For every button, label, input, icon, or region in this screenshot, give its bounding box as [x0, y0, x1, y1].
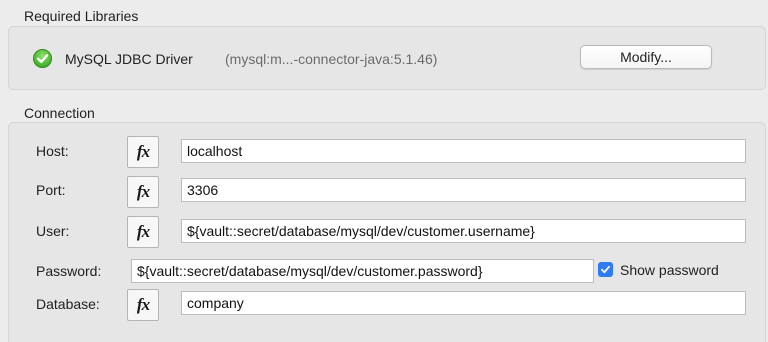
required-libraries-title: Required Libraries — [24, 8, 139, 24]
user-label: User: — [36, 223, 70, 239]
port-field[interactable]: 3306 — [181, 178, 746, 202]
driver-coordinates: (mysql:m...-connector-java:5.1.46) — [225, 51, 438, 67]
checkmark-icon — [601, 265, 610, 274]
check-circle-icon — [33, 49, 52, 68]
port-label: Port: — [36, 182, 66, 198]
driver-name: MySQL JDBC Driver — [65, 51, 193, 67]
database-label: Database: — [36, 296, 100, 312]
show-password-checkbox[interactable] — [598, 262, 613, 277]
host-fx-button[interactable]: fx — [127, 136, 159, 168]
password-label: Password: — [36, 263, 102, 279]
password-field[interactable]: ${vault::secret/database/mysql/dev/custo… — [131, 259, 594, 283]
host-field[interactable]: localhost — [181, 139, 746, 163]
user-field[interactable]: ${vault::secret/database/mysql/dev/custo… — [181, 219, 746, 243]
database-fx-button[interactable]: fx — [127, 289, 159, 321]
modify-button[interactable]: Modify... — [580, 45, 712, 69]
database-field[interactable]: company — [181, 291, 746, 315]
show-password-label[interactable]: Show password — [620, 262, 719, 278]
connection-title: Connection — [24, 105, 95, 121]
connection-panel: Host: fx localhost Port: fx 3306 User: f… — [8, 122, 766, 342]
required-libraries-panel: MySQL JDBC Driver (mysql:m...-connector-… — [8, 26, 766, 90]
host-label: Host: — [36, 143, 69, 159]
user-fx-button[interactable]: fx — [127, 216, 159, 248]
port-fx-button[interactable]: fx — [127, 176, 159, 208]
